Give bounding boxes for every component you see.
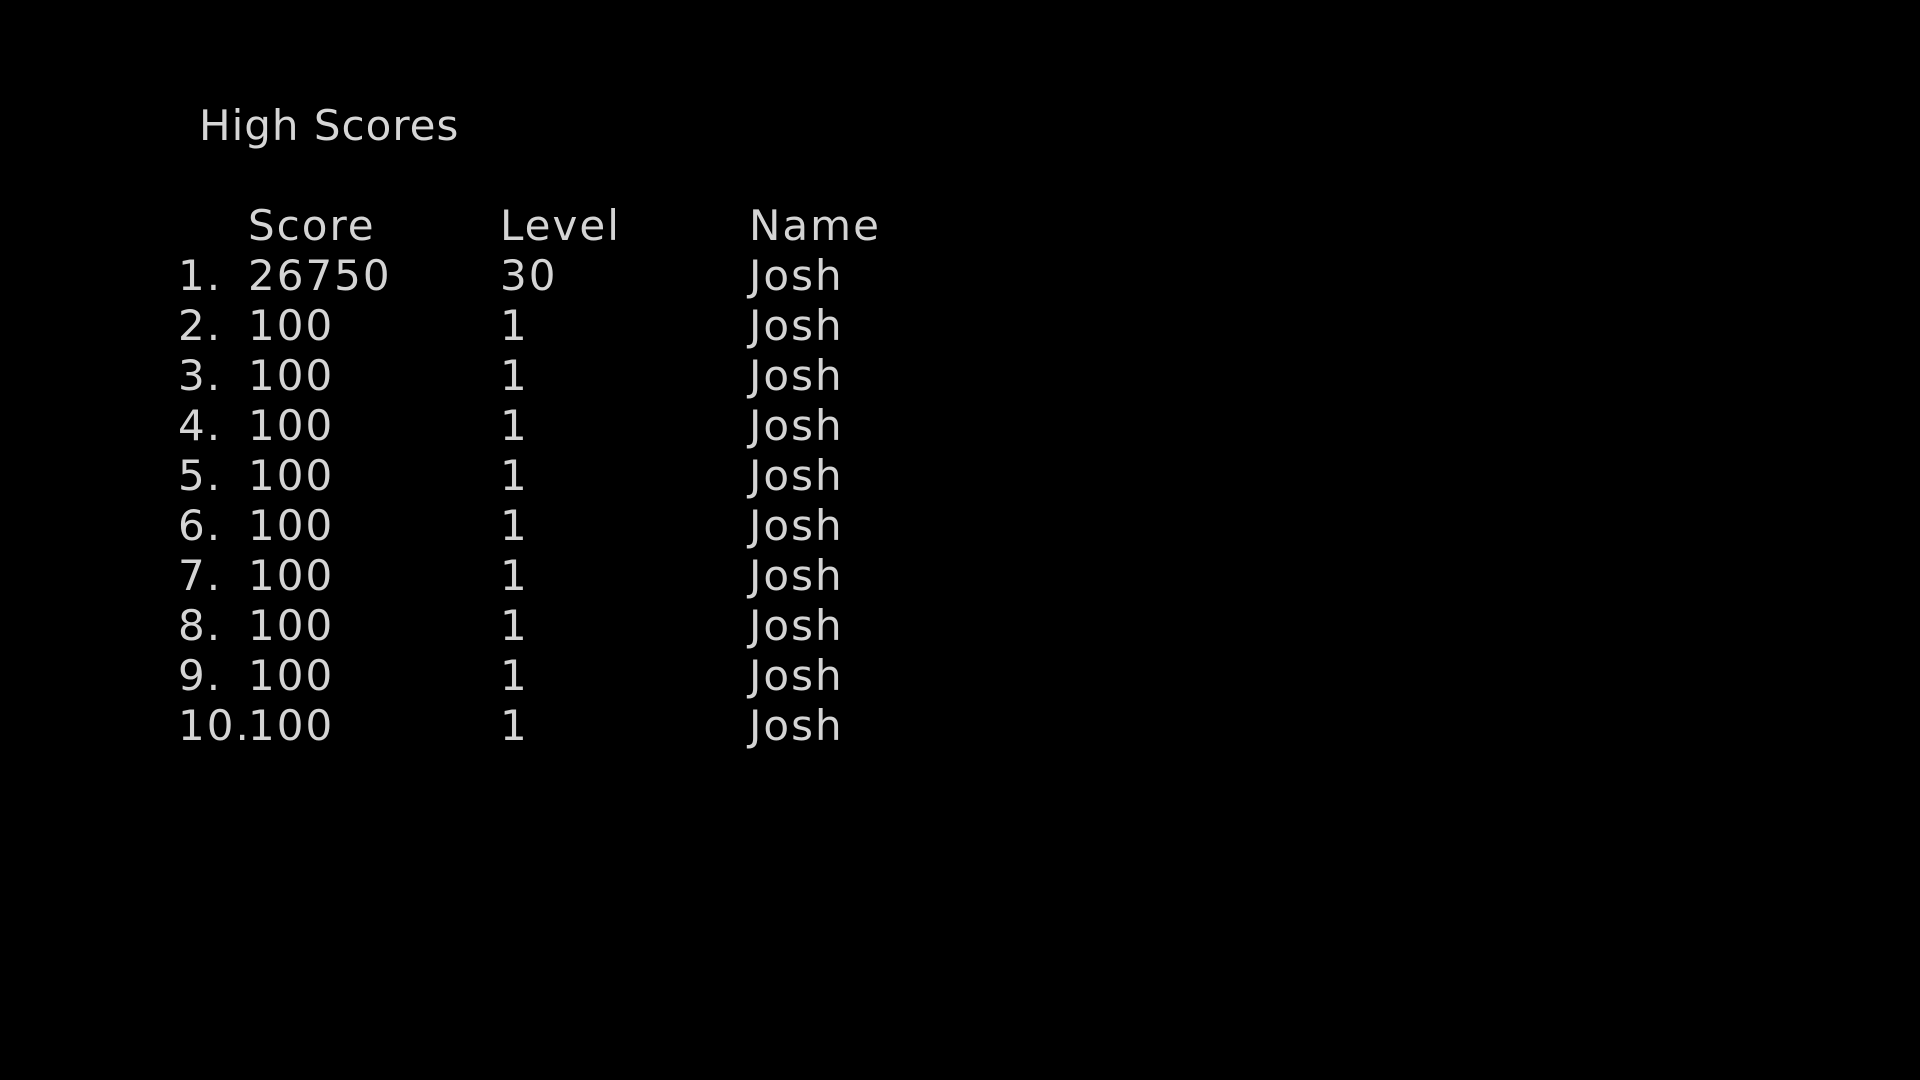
score-cell: 100 <box>248 701 335 750</box>
table-row: 7. 100 1 Josh <box>0 551 1000 601</box>
table-row: 9. 100 1 Josh <box>0 651 1000 701</box>
score-column-header: Score <box>248 201 376 250</box>
score-cell: 26750 <box>248 251 392 300</box>
rank-cell: 2. <box>178 301 223 350</box>
name-cell: Josh <box>749 251 844 300</box>
table-row: 10. 100 1 Josh <box>0 701 1000 751</box>
score-cell: 100 <box>248 651 335 700</box>
level-cell: 1 <box>500 401 529 450</box>
name-cell: Josh <box>749 501 844 550</box>
table-row: 4. 100 1 Josh <box>0 401 1000 451</box>
rank-cell: 9. <box>178 651 223 700</box>
level-cell: 30 <box>500 251 558 300</box>
level-cell: 1 <box>500 301 529 350</box>
level-cell: 1 <box>500 551 529 600</box>
level-column-header: Level <box>500 201 621 250</box>
rank-cell: 1. <box>178 251 223 300</box>
rank-cell: 8. <box>178 601 223 650</box>
score-cell: 100 <box>248 451 335 500</box>
table-header: Score Level Name <box>0 201 1000 251</box>
rank-cell: 10. <box>178 701 251 750</box>
table-row: 2. 100 1 Josh <box>0 301 1000 351</box>
name-column-header: Name <box>749 201 881 250</box>
name-cell: Josh <box>749 301 844 350</box>
score-cell: 100 <box>248 501 335 550</box>
rank-cell: 7. <box>178 551 223 600</box>
rank-cell: 5. <box>178 451 223 500</box>
table-row: 8. 100 1 Josh <box>0 601 1000 651</box>
name-cell: Josh <box>749 451 844 500</box>
level-cell: 1 <box>500 701 529 750</box>
name-cell: Josh <box>749 351 844 400</box>
score-cell: 100 <box>248 351 335 400</box>
level-cell: 1 <box>500 351 529 400</box>
level-cell: 1 <box>500 501 529 550</box>
table-row: 5. 100 1 Josh <box>0 451 1000 501</box>
name-cell: Josh <box>749 401 844 450</box>
name-cell: Josh <box>749 651 844 700</box>
level-cell: 1 <box>500 601 529 650</box>
score-cell: 100 <box>248 601 335 650</box>
table-row: 6. 100 1 Josh <box>0 501 1000 551</box>
high-scores-screen: High Scores Score Level Name 1. 26750 30… <box>0 0 1920 1080</box>
rank-cell: 4. <box>178 401 223 450</box>
rank-cell: 3. <box>178 351 223 400</box>
high-scores-table: Score Level Name 1. 26750 30 Josh 2. 100… <box>0 0 1920 1080</box>
name-cell: Josh <box>749 601 844 650</box>
level-cell: 1 <box>500 451 529 500</box>
name-cell: Josh <box>749 551 844 600</box>
name-cell: Josh <box>749 701 844 750</box>
score-cell: 100 <box>248 551 335 600</box>
level-cell: 1 <box>500 651 529 700</box>
score-cell: 100 <box>248 301 335 350</box>
table-row: 1. 26750 30 Josh <box>0 251 1000 301</box>
score-cell: 100 <box>248 401 335 450</box>
table-row: 3. 100 1 Josh <box>0 351 1000 401</box>
rank-cell: 6. <box>178 501 223 550</box>
